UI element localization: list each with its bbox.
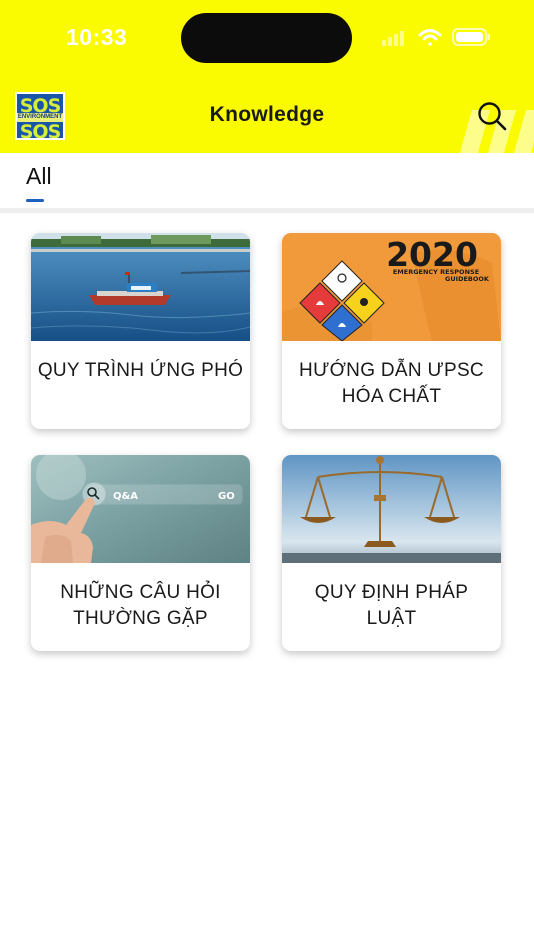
card-image-qa-search: Q&A GO [31,455,250,563]
card-title: NHỮNG CÂU HỎI THƯỜNG GẶP [60,582,221,629]
svg-text:GO: GO [218,491,235,502]
status-time: 10:33 [66,24,128,50]
card-image-boat [31,233,250,341]
knowledge-card-faq[interactable]: Q&A GO NHỮNG CÂU HỎI THƯỜNG GẶP [31,455,250,651]
battery-icon [452,28,490,46]
card-title: QUY TRÌNH ỨNG PHÓ [37,360,244,381]
svg-text:Q&A: Q&A [113,491,138,502]
svg-text:GUIDEBOOK: GUIDEBOOK [445,275,490,283]
knowledge-card-legal-regulations[interactable]: QUY ĐỊNH PHÁP LUẬT [282,455,501,651]
category-tabs: All [0,153,534,213]
app-header: 10:33 SOS ENVIRONMENT SOS Knowledge [0,0,534,153]
dynamic-island [181,13,352,63]
card-title: HƯỚNG DẪN ƯPSC HÓA CHẤT [299,360,484,407]
card-image-scales [282,455,501,563]
knowledge-card-chemical-guide[interactable]: 2020 EMERGENCY RESPONSE GUIDEBOOK HƯỚNG … [282,233,501,429]
card-image-guidebook: 2020 EMERGENCY RESPONSE GUIDEBOOK [282,233,501,341]
knowledge-card-response-procedure[interactable]: QUY TRÌNH ỨNG PHÓ [31,233,250,429]
tab-selected-indicator [26,199,44,202]
wifi-icon [418,29,442,46]
tab-all[interactable]: All [26,163,52,190]
card-title: QUY ĐỊNH PHÁP LUẬT [314,582,469,629]
signal-icon [382,31,404,46]
status-icons [382,28,490,46]
search-icon[interactable] [476,100,508,132]
